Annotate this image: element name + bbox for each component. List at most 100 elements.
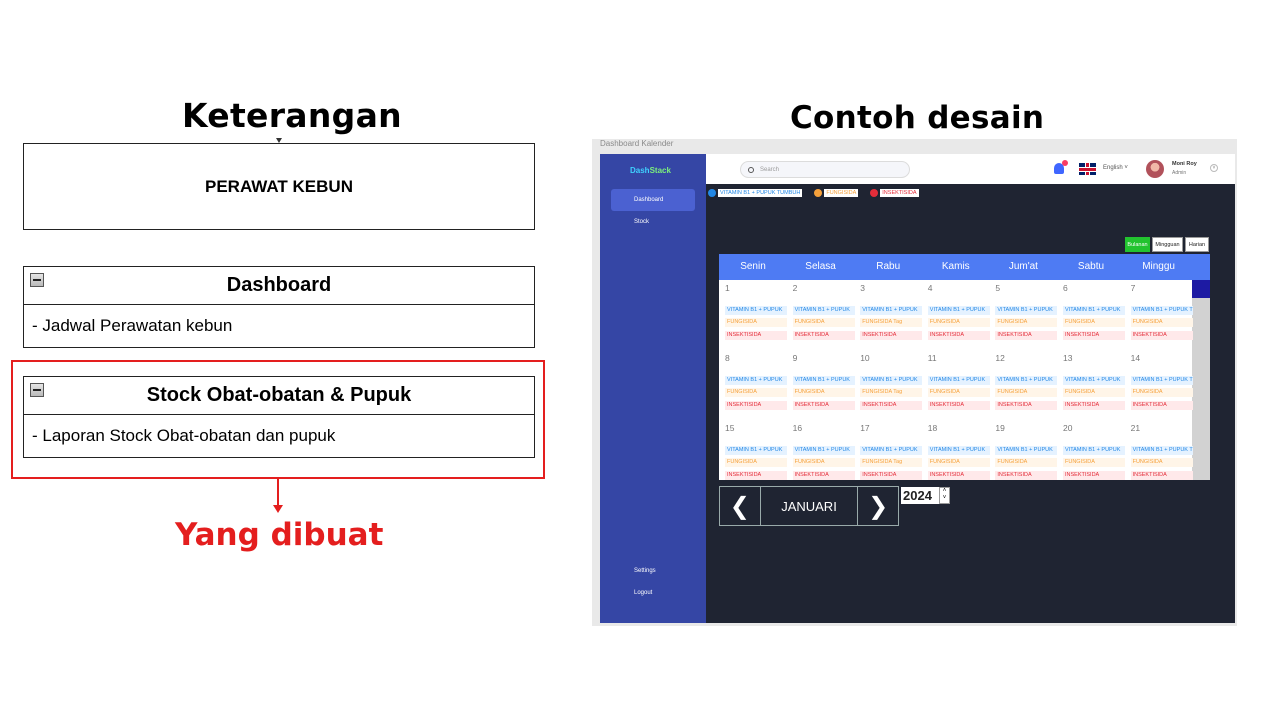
event-vitamin[interactable]: VITAMIN B1 + PUPUK — [927, 446, 990, 455]
search-input[interactable]: Search — [740, 161, 910, 178]
event-insektisida[interactable]: INSEKTISIDA — [860, 331, 923, 340]
calendar-day-cell[interactable]: 5 VITAMIN B1 + PUPUK FUNGISIDA INSEKTISIDA — [989, 280, 1058, 350]
brand-logo[interactable]: DashStack — [630, 166, 671, 175]
avatar[interactable] — [1146, 160, 1164, 178]
event-vitamin[interactable]: VITAMIN B1 + PUPUK — [927, 306, 990, 315]
event-vitamin[interactable]: VITAMIN B1 + PUPUK — [995, 306, 1058, 315]
event-insektisida[interactable]: INSEKTISIDA — [792, 471, 855, 480]
event-vitamin[interactable]: VITAMIN B1 + PUPUK — [725, 306, 787, 315]
event-insektisida[interactable]: INSEKTISIDA — [1130, 331, 1193, 340]
bell-icon[interactable] — [1054, 160, 1068, 174]
sidebar-item-settings[interactable]: Settings — [634, 568, 656, 574]
collapse-icon[interactable] — [30, 273, 44, 287]
calendar-day-cell[interactable]: 8 VITAMIN B1 + PUPUK FUNGISIDA INSEKTISIDA — [719, 350, 787, 420]
calendar-day-cell[interactable]: 16 VITAMIN B1 + PUPUK FUNGISIDA INSEKTISIDA — [787, 420, 855, 480]
event-fungisida[interactable]: FUNGISIDA — [995, 458, 1058, 467]
event-fungisida[interactable]: FUNGISIDA — [792, 318, 855, 327]
event-fungisida[interactable]: FUNGISIDA — [1130, 458, 1193, 467]
event-vitamin[interactable]: VITAMIN B1 + PUPUK — [1063, 446, 1125, 455]
event-vitamin[interactable]: VITAMIN B1 + PUPUK — [860, 306, 923, 315]
event-fungisida[interactable]: FUNGISIDA — [1130, 388, 1193, 397]
uk-flag-icon[interactable] — [1079, 163, 1096, 175]
event-vitamin[interactable]: VITAMIN B1 + PUPUK — [725, 376, 787, 385]
event-insektisida[interactable]: INSEKTISIDA — [1063, 331, 1125, 340]
chevron-down-icon[interactable]: ˅ — [1210, 164, 1218, 172]
view-harian-button[interactable]: Harian — [1185, 237, 1209, 252]
chevron-left-icon[interactable]: ❮ — [720, 487, 760, 525]
calendar-day-cell[interactable]: 3 VITAMIN B1 + PUPUK FUNGISIDA Tag INSEKTIS… — [854, 280, 923, 350]
calendar-day-cell[interactable]: 17 VITAMIN B1 + PUPUK FUNGISIDA Tag INSEKTI… — [854, 420, 923, 480]
event-vitamin[interactable]: VITAMIN B1 + PUPUK — [927, 376, 990, 385]
calendar-day-cell[interactable]: 12 VITAMIN B1 + PUPUK FUNGISIDA INSEKTISIDA — [989, 350, 1058, 420]
event-insektisida[interactable]: INSEKTISIDA — [1063, 471, 1125, 480]
event-fungisida[interactable]: FUNGISIDA — [725, 458, 787, 467]
calendar-day-cell[interactable]: 20 VITAMIN B1 + PUPUK FUNGISIDA INSEKTISIDA — [1057, 420, 1125, 480]
event-vitamin[interactable]: VITAMIN B1 + PUPUK — [792, 376, 855, 385]
event-fungisida[interactable]: FUNGISIDA — [1063, 458, 1125, 467]
event-vitamin[interactable]: VITAMIN B1 + PUPUK — [860, 446, 923, 455]
calendar-day-cell[interactable]: 15 VITAMIN B1 + PUPUK FUNGISIDA INSEKTISIDA — [719, 420, 787, 480]
event-insektisida[interactable]: INSEKTISIDA — [995, 401, 1058, 410]
chevron-right-icon[interactable]: ❯ — [858, 487, 898, 525]
calendar-day-cell[interactable]: 4 VITAMIN B1 + PUPUK FUNGISIDA INSEKTISIDA — [922, 280, 990, 350]
event-insektisida[interactable]: INSEKTISIDA — [995, 331, 1058, 340]
calendar-day-cell[interactable]: 13 VITAMIN B1 + PUPUK FUNGISIDA INSEKTISIDA — [1057, 350, 1125, 420]
event-insektisida[interactable]: INSEKTISIDA — [995, 471, 1058, 480]
event-insektisida[interactable]: INSEKTISIDA — [792, 401, 855, 410]
sidebar-item-stock[interactable]: Stock — [611, 211, 695, 233]
event-insektisida[interactable]: INSEKTISIDA — [725, 401, 787, 410]
event-fungisida[interactable]: FUNGISIDA Tag — [860, 318, 923, 327]
event-insektisida[interactable]: INSEKTISIDA — [927, 401, 990, 410]
event-insektisida[interactable]: INSEKTISIDA — [1130, 471, 1193, 480]
event-fungisida[interactable]: FUNGISIDA — [927, 458, 990, 467]
event-vitamin[interactable]: VITAMIN B1 + PUPUK TUMBUH — [1130, 376, 1193, 385]
sidebar-item-logout[interactable]: Logout — [634, 590, 652, 596]
event-insektisida[interactable]: INSEKTISIDA — [725, 471, 787, 480]
language-select[interactable]: English ˅ — [1103, 165, 1128, 171]
event-vitamin[interactable]: VITAMIN B1 + PUPUK TUMBUH — [1130, 306, 1193, 315]
event-vitamin[interactable]: VITAMIN B1 + PUPUK — [1063, 376, 1125, 385]
view-mingguan-button[interactable]: Mingguan — [1152, 237, 1183, 252]
event-fungisida[interactable]: FUNGISIDA Tag — [860, 388, 923, 397]
event-vitamin[interactable]: VITAMIN B1 + PUPUK — [995, 376, 1058, 385]
event-fungisida[interactable]: FUNGISIDA — [1130, 318, 1193, 327]
event-fungisida[interactable]: FUNGISIDA — [1063, 388, 1125, 397]
calendar-day-cell[interactable]: 18 VITAMIN B1 + PUPUK FUNGISIDA INSEKTISIDA — [922, 420, 990, 480]
event-fungisida[interactable]: FUNGISIDA — [792, 458, 855, 467]
event-fungisida[interactable]: FUNGISIDA — [995, 388, 1058, 397]
calendar-day-cell[interactable]: 11 VITAMIN B1 + PUPUK FUNGISIDA INSEKTISIDA — [922, 350, 990, 420]
calendar-scrollbar[interactable] — [1192, 280, 1210, 480]
calendar-day-cell[interactable]: 21 VITAMIN B1 + PUPUK TUMBUH FUNGISIDA INSE… — [1125, 420, 1193, 480]
event-vitamin[interactable]: VITAMIN B1 + PUPUK — [792, 306, 855, 315]
event-vitamin[interactable]: VITAMIN B1 + PUPUK — [725, 446, 787, 455]
view-bulanan-button[interactable]: Bulanan — [1125, 237, 1150, 252]
event-fungisida[interactable]: FUNGISIDA — [995, 318, 1058, 327]
event-fungisida[interactable]: FUNGISIDA — [927, 318, 990, 327]
calendar-day-cell[interactable]: 14 VITAMIN B1 + PUPUK TUMBUH FUNGISIDA INSE… — [1125, 350, 1193, 420]
event-fungisida[interactable]: FUNGISIDA — [725, 388, 787, 397]
event-insektisida[interactable]: INSEKTISIDA — [860, 401, 923, 410]
event-insektisida[interactable]: INSEKTISIDA — [927, 471, 990, 480]
event-insektisida[interactable]: INSEKTISIDA — [860, 471, 923, 480]
scrollbar-thumb[interactable] — [1192, 280, 1210, 298]
event-vitamin[interactable]: VITAMIN B1 + PUPUK — [860, 376, 923, 385]
calendar-day-cell[interactable]: 10 VITAMIN B1 + PUPUK FUNGISIDA Tag INSEKTI… — [854, 350, 923, 420]
event-insektisida[interactable]: INSEKTISIDA — [1130, 401, 1193, 410]
event-fungisida[interactable]: FUNGISIDA — [725, 318, 787, 327]
event-insektisida[interactable]: INSEKTISIDA — [1063, 401, 1125, 410]
year-stepper[interactable]: ˄ ˅ — [939, 487, 950, 504]
event-fungisida[interactable]: FUNGISIDA — [927, 388, 990, 397]
event-fungisida[interactable]: FUNGISIDA — [1063, 318, 1125, 327]
event-insektisida[interactable]: INSEKTISIDA — [792, 331, 855, 340]
event-vitamin[interactable]: VITAMIN B1 + PUPUK — [995, 446, 1058, 455]
event-vitamin[interactable]: VITAMIN B1 + PUPUK TUMBUH — [1130, 446, 1193, 455]
event-fungisida[interactable]: FUNGISIDA Tag — [860, 458, 923, 467]
event-insektisida[interactable]: INSEKTISIDA — [725, 331, 787, 340]
event-insektisida[interactable]: INSEKTISIDA — [927, 331, 990, 340]
calendar-day-cell[interactable]: 19 VITAMIN B1 + PUPUK FUNGISIDA INSEKTISIDA — [989, 420, 1058, 480]
calendar-day-cell[interactable]: 6 VITAMIN B1 + PUPUK FUNGISIDA INSEKTISIDA — [1057, 280, 1125, 350]
year-input[interactable]: 2024 — [901, 487, 939, 504]
event-fungisida[interactable]: FUNGISIDA — [792, 388, 855, 397]
calendar-day-cell[interactable]: 9 VITAMIN B1 + PUPUK FUNGISIDA INSEKTISIDA — [787, 350, 855, 420]
sidebar-item-dashboard[interactable]: Dashboard — [611, 189, 695, 211]
